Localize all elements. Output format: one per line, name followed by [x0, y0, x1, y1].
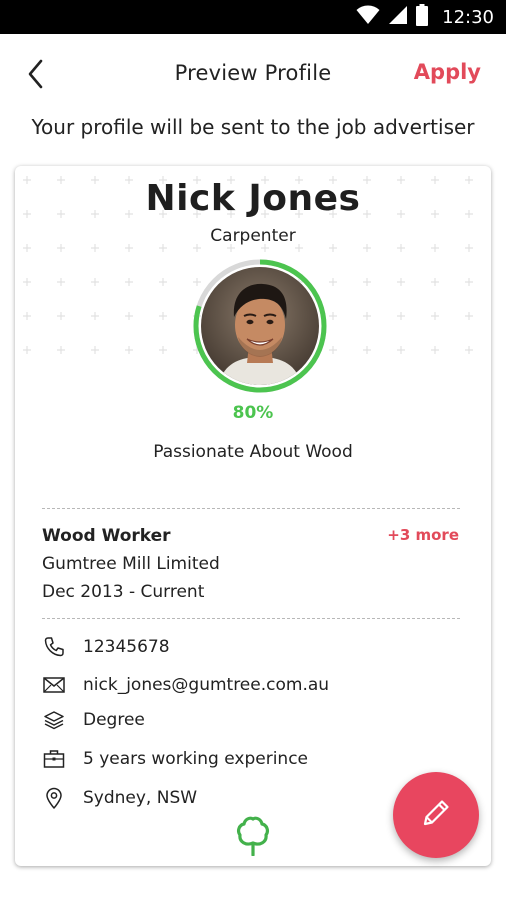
detail-email: nick_jones@gumtree.com.au — [42, 672, 329, 698]
more-experience-link[interactable]: +3 more — [387, 526, 459, 544]
status-bar: 12:30 — [0, 0, 506, 34]
header: Preview Profile Apply — [0, 34, 506, 116]
job-dates: Dec 2013 - Current — [42, 582, 205, 602]
detail-text: nick_jones@gumtree.com.au — [83, 675, 330, 695]
education-icon — [42, 708, 66, 732]
profile-tagline: Passionate About Wood — [153, 442, 353, 462]
job-company: Gumtree Mill Limited — [42, 554, 220, 574]
status-icons: 12:30 — [356, 0, 494, 34]
apply-button[interactable]: Apply — [414, 60, 481, 84]
detail-text: Degree — [83, 710, 145, 730]
detail-experience: 5 years working experince — [42, 746, 308, 772]
completion-percent: 80% — [232, 403, 274, 423]
edit-button[interactable] — [393, 772, 479, 858]
avatar — [201, 267, 319, 385]
battery-icon — [416, 4, 429, 30]
wifi-icon — [356, 5, 380, 29]
profile-card: Nick Jones Carpenter 80% Passionate Abou… — [15, 166, 491, 866]
status-time: 12:30 — [442, 6, 494, 28]
mail-icon — [42, 673, 66, 697]
divider — [42, 508, 460, 509]
briefcase-icon — [42, 747, 66, 771]
location-pin-icon — [42, 786, 66, 810]
gumtree-logo-icon — [236, 816, 270, 857]
profile-role: Carpenter — [210, 226, 296, 246]
detail-location: Sydney, NSW — [42, 785, 197, 811]
profile-name: Nick Jones — [145, 178, 361, 219]
detail-phone: 12345678 — [42, 634, 170, 660]
detail-text: 5 years working experince — [83, 749, 309, 769]
divider — [42, 618, 460, 619]
detail-text: 12345678 — [83, 637, 170, 657]
avatar-progress — [193, 259, 327, 393]
subtitle: Your profile will be sent to the job adv… — [31, 115, 475, 139]
edit-pencil-icon — [419, 796, 453, 834]
detail-education: Degree — [42, 707, 145, 733]
job-title: Wood Worker — [42, 526, 171, 546]
signal-icon — [388, 5, 408, 29]
detail-text: Sydney, NSW — [83, 788, 198, 808]
phone-icon — [42, 635, 66, 659]
